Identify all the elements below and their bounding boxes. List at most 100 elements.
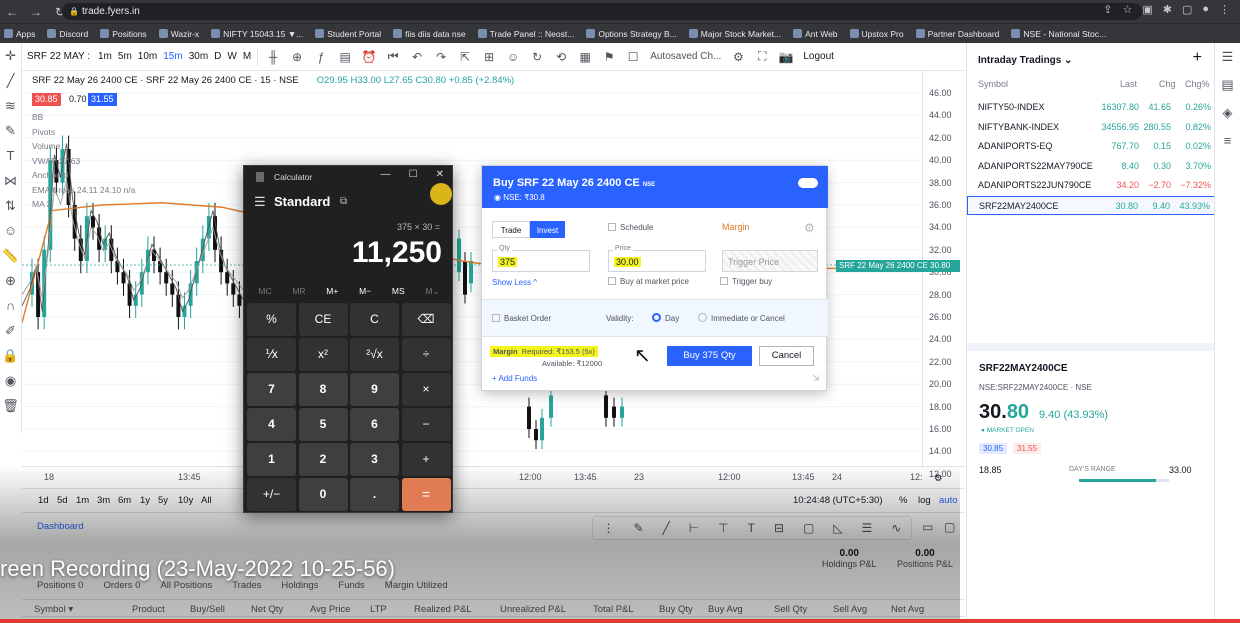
timeframe-M[interactable]: M [240, 51, 254, 62]
positions-col-header[interactable]: Sell Qty [774, 604, 807, 615]
redo-icon[interactable]: ↷ [429, 50, 453, 64]
basket-checkbox[interactable]: Basket Order [492, 314, 551, 323]
calc-key[interactable]: 1 [247, 443, 296, 476]
indicator-label[interactable]: EMA Cross 24.11 24.10 n/a [32, 185, 135, 195]
buy-button[interactable]: Buy 375 Qty [667, 346, 752, 366]
candle-type-icon[interactable]: ╫ [261, 50, 285, 64]
order-settings-icon[interactable]: ⚙ [804, 221, 815, 235]
timeframe-5m[interactable]: 5m [115, 51, 135, 62]
range-3m[interactable]: 3m [97, 495, 110, 506]
bookmark-item[interactable]: Apps [4, 29, 35, 39]
detail-bid[interactable]: 30.85 [979, 443, 1008, 454]
ioc-radio[interactable]: Immediate or Cancel [698, 313, 785, 323]
calc-key[interactable]: x² [298, 338, 348, 371]
scale-%[interactable]: % [899, 495, 907, 506]
logout-button[interactable]: Logout [798, 51, 839, 62]
calc-key[interactable]: = [401, 478, 451, 511]
line-icon[interactable]: ╱ [663, 521, 670, 535]
trigger-buy-checkbox[interactable]: Trigger buy [720, 277, 772, 286]
range-icon[interactable]: ⊟ [774, 521, 784, 535]
range-5y[interactable]: 5y [158, 495, 168, 506]
templates-icon[interactable]: ▤ [333, 50, 357, 64]
maximize-icon[interactable]: ☐ [409, 169, 418, 180]
bookmark-item[interactable]: Partner Dashboard [915, 29, 999, 39]
emoji-icon[interactable]: ☺ [0, 218, 21, 243]
positions-col-header[interactable]: Buy Avg [708, 604, 743, 615]
watchlist-row[interactable]: ADANIPORTS22MAY790CE 8.40 0.30 3.70% [967, 157, 1215, 176]
memory-key[interactable]: MS [392, 286, 405, 297]
memory-key[interactable]: M⌄ [425, 286, 439, 297]
watchlist-row[interactable]: NIFTY50-INDEX 16307.80 41.65 0.26% [967, 98, 1215, 117]
indicators-icon[interactable]: ƒ [309, 50, 333, 64]
wave-icon[interactable]: ∿ [891, 521, 901, 535]
brush-icon[interactable]: ✎ [0, 118, 21, 143]
user-icon[interactable]: ☺ [501, 50, 525, 64]
extension-icon[interactable]: ▣ [1142, 3, 1152, 16]
positions-col-header[interactable]: Net Avg [891, 604, 924, 615]
refresh-icon[interactable]: ↻ [525, 50, 549, 64]
order-icon[interactable]: ⇱ [453, 50, 477, 64]
eye-icon[interactable]: ◉ [0, 368, 21, 393]
zoom-icon[interactable]: ⊕ [0, 268, 21, 293]
chart-settings-icon[interactable]: ⚙ [934, 473, 943, 484]
fib-icon[interactable]: ≋ [0, 93, 21, 118]
watchlist-row[interactable]: SRF22MAY2400CE 30.80 9.40 43.93% [967, 196, 1215, 215]
prediction-icon[interactable]: ⇅ [0, 193, 21, 218]
profile-avatar[interactable]: ● [1202, 3, 1209, 16]
trendline-icon[interactable]: ╱ [0, 68, 21, 93]
indicator-label[interactable]: MA 2 [32, 199, 51, 209]
calc-key[interactable]: 2 [298, 443, 348, 476]
orders-icon[interactable]: ▤ [1215, 71, 1240, 99]
rect-icon[interactable]: ▢ [803, 521, 814, 535]
range-All[interactable]: All [201, 495, 212, 506]
timeframe-D[interactable]: D [211, 51, 224, 62]
magnet-icon[interactable]: ∩ [0, 293, 21, 318]
range-1d[interactable]: 1d [38, 495, 49, 506]
triangle-icon[interactable]: ◺ [833, 521, 842, 535]
positions-col-header[interactable]: Buy/Sell [190, 604, 225, 615]
calc-key[interactable]: C [350, 303, 399, 336]
fib-tool-icon[interactable]: ☰ [862, 521, 873, 535]
watchlist-col-header[interactable]: Symbol [978, 79, 1008, 89]
puzzle-icon[interactable]: ✱ [1163, 3, 1172, 16]
schedule-checkbox[interactable]: Schedule [608, 223, 653, 232]
pattern-icon[interactable]: ⋈ [0, 168, 21, 193]
hamburger-icon[interactable]: ☰ [254, 194, 266, 210]
hline-icon[interactable]: ⊢ [689, 521, 699, 535]
bookmark-item[interactable]: Options Strategy B... [586, 29, 677, 39]
bookmark-item[interactable]: Upstox Pro [849, 29, 904, 39]
positions-col-header[interactable]: LTP [370, 604, 387, 615]
positions-col-header[interactable]: Buy Qty [659, 604, 693, 615]
calc-key[interactable]: . [350, 478, 399, 511]
range-1y[interactable]: 1y [140, 495, 150, 506]
calc-key[interactable]: 9 [350, 373, 399, 406]
list-icon[interactable]: ≡ [1215, 127, 1240, 155]
bookmark-item[interactable]: Wazir-x [158, 29, 199, 39]
bookmark-item[interactable]: fiis diis data nse [393, 29, 466, 39]
maximize-panel-icon[interactable]: ▢ [944, 520, 955, 534]
ruler-icon[interactable]: 📏 [0, 243, 21, 268]
timeframe-W[interactable]: W [224, 51, 239, 62]
qty-input[interactable]: Qty 375 [492, 245, 590, 272]
text-tool-icon[interactable]: T [748, 521, 755, 535]
symbol-search[interactable]: SRF 22 MAY : [22, 51, 95, 62]
calc-key[interactable]: 7 [247, 373, 296, 406]
calc-key[interactable]: × [401, 373, 451, 406]
replay-icon[interactable]: ⏮ [381, 49, 405, 64]
watchlist-col-header[interactable]: Chg% [1185, 79, 1210, 89]
history-icon[interactable]: ⟲ [549, 50, 573, 64]
timeframe-15m[interactable]: 15m [160, 51, 185, 62]
indicator-label[interactable]: Anchored [32, 170, 68, 180]
positions-col-header[interactable]: Avg Price [310, 604, 350, 615]
watchlist-row[interactable]: NIFTYBANK-INDEX 34556.95 280.55 0.82% [967, 118, 1215, 137]
buy-price-box[interactable]: 31.55 [88, 93, 117, 106]
close-icon[interactable]: ✕ [436, 169, 444, 180]
tab-trade[interactable]: Trade [492, 221, 530, 238]
timeframe-30m[interactable]: 30m [186, 51, 211, 62]
watchlist-col-header[interactable]: Last [1120, 79, 1137, 89]
calc-key[interactable]: ²√x [350, 338, 399, 371]
calc-key[interactable]: 5 [298, 408, 348, 441]
star-icon[interactable]: ☆ [1122, 3, 1132, 16]
text-icon[interactable]: T [0, 143, 21, 168]
alert-icon[interactable]: ⏰ [357, 50, 381, 64]
